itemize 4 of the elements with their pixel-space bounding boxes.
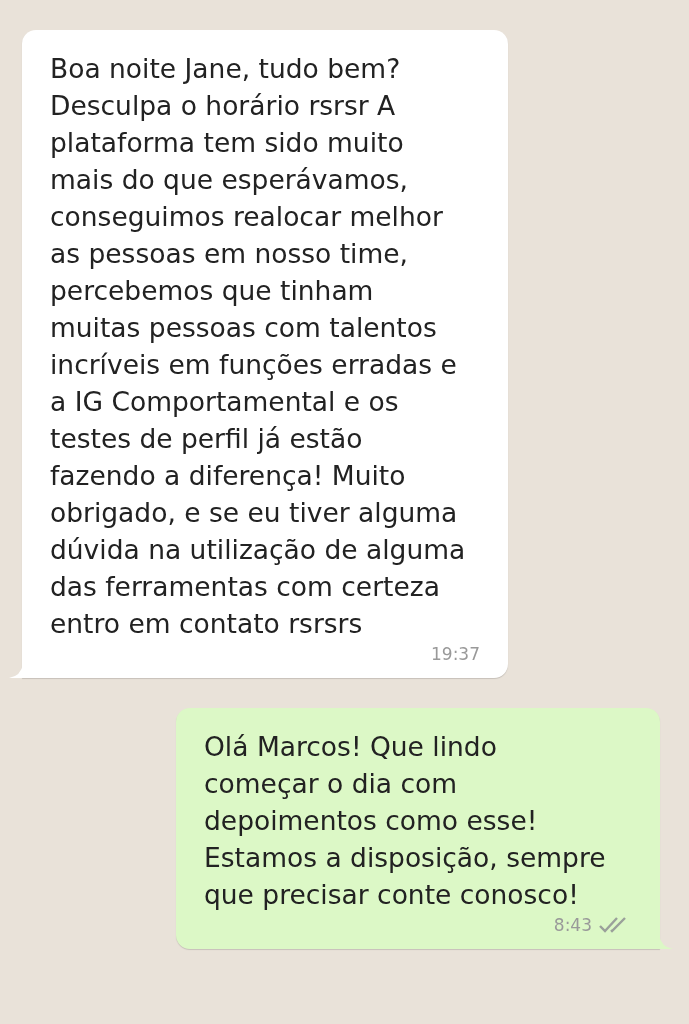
message-time: 19:37 bbox=[431, 644, 480, 664]
message-time: 8:43 bbox=[553, 915, 592, 935]
message-text: Olá Marcos! Que lindo começar o dia com depoimentos como esse! Estamos a disposição, sempre que precisar conte conosco! bbox=[204, 730, 607, 912]
message-text: Boa noite Jane, tudo bem? Desculpa o horário rsrsr A plataforma tem sido muito mais do que esperávamos, conseguimos realocar melhor as pessoas em nosso time, percebemos que tinham muitas pessoas com talentos incríveis em funções erradas e a IG Comportamental e os testes de perfil já estão fazendo a diferença! Muito obrigado, e se eu tiver alguma dúvida na utilização de alguma das ferramentas com certeza entro em contato rsrsrs bbox=[50, 52, 467, 641]
